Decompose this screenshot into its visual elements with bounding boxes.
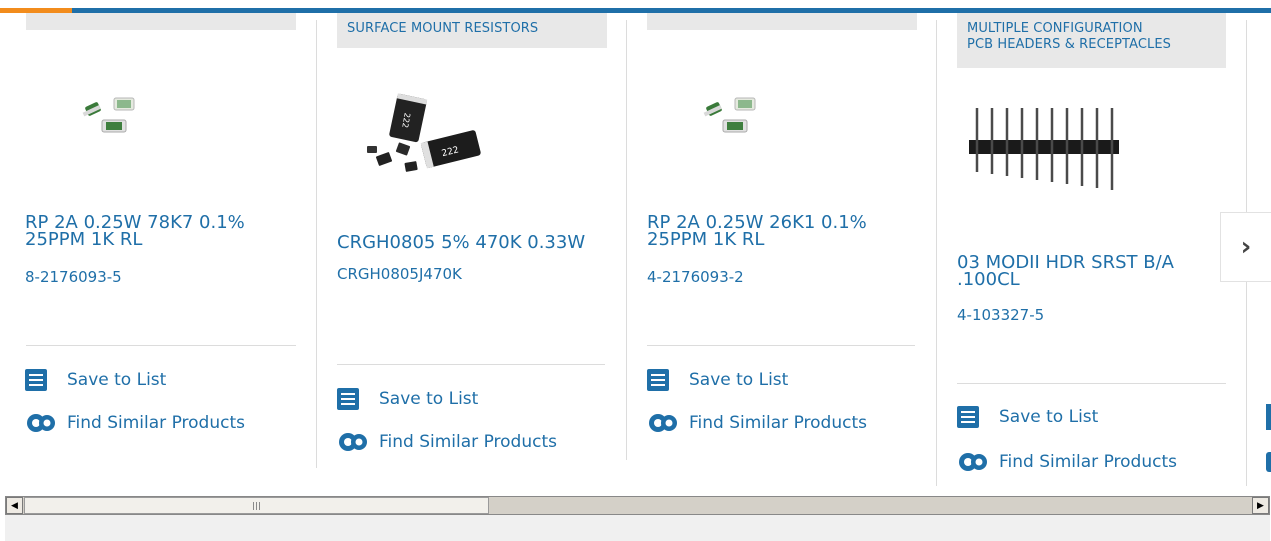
product-title[interactable]: RP 2A 0.25W 26K1 0.1% 25PPM 1K RL xyxy=(647,214,917,249)
save-to-list-button[interactable]: Save to List xyxy=(337,388,478,410)
scroll-right-arrow-icon[interactable]: ▶ xyxy=(1252,497,1269,514)
product-card: RP 2A 0.25W 26K1 0.1% 25PPM 1K RL 4-2176… xyxy=(627,0,937,490)
scrollbar-thumb[interactable] xyxy=(24,497,489,514)
product-title-line[interactable]: CRGH0805 5% 470K 0.33W xyxy=(337,234,627,252)
find-similar-label: Find Similar Products xyxy=(999,452,1177,472)
save-to-list-button[interactable]: Save to List xyxy=(957,406,1098,428)
divider xyxy=(647,345,915,346)
checklist-icon xyxy=(25,369,47,391)
product-image[interactable] xyxy=(965,100,1125,200)
product-title-line[interactable]: 25PPM 1K RL xyxy=(647,231,917,249)
product-card: MULTIPLE CONFIGURATION PCB HEADERS & REC… xyxy=(937,0,1247,490)
checklist-icon xyxy=(647,369,669,391)
find-similar-button[interactable]: Find Similar Products xyxy=(25,410,245,436)
product-image[interactable]: 222 222 xyxy=(361,88,491,188)
gears-icon xyxy=(27,414,55,432)
find-similar-button[interactable]: Find Similar Products xyxy=(957,449,1177,475)
gears-icon xyxy=(649,414,677,432)
part-number[interactable]: 4-103327-5 xyxy=(957,306,1044,324)
horizontal-scrollbar[interactable]: ◀ ▶ xyxy=(5,496,1270,515)
carousel-next-button[interactable]: › xyxy=(1220,212,1271,282)
find-similar-label: Find Similar Products xyxy=(379,432,557,452)
partial-checklist-icon xyxy=(1266,404,1271,430)
save-to-list-button[interactable]: Save to List xyxy=(25,369,166,391)
category-tag xyxy=(26,13,296,30)
gears-icon xyxy=(959,453,987,471)
save-to-list-label: Save to List xyxy=(67,370,167,390)
divider xyxy=(337,364,605,365)
product-title-line[interactable]: 25PPM 1K RL xyxy=(25,231,285,249)
part-number[interactable]: CRGH0805J470K xyxy=(337,265,462,283)
find-similar-label: Find Similar Products xyxy=(689,413,867,433)
find-similar-label: Find Similar Products xyxy=(67,413,245,433)
scroll-left-arrow-icon[interactable]: ◀ xyxy=(6,497,23,514)
find-similar-button[interactable]: Find Similar Products xyxy=(647,410,867,436)
product-image[interactable] xyxy=(72,90,142,140)
divider xyxy=(957,383,1226,384)
checklist-icon xyxy=(337,388,359,410)
category-tag: SURFACE MOUNT RESISTORS xyxy=(337,13,607,48)
product-title[interactable]: 03 MODII HDR SRST B/A .100CL xyxy=(957,254,1227,289)
category-tag-line: PCB HEADERS & RECEPTACLES xyxy=(967,37,1172,52)
product-title-line[interactable]: .100CL xyxy=(957,271,1227,289)
category-tag-line: MULTIPLE CONFIGURATION xyxy=(967,21,1143,36)
product-title[interactable]: RP 2A 0.25W 78K7 0.1% 25PPM 1K RL xyxy=(25,214,285,249)
gears-icon xyxy=(339,433,367,451)
product-card: SURFACE MOUNT RESISTORS 222 222 CRGH0805… xyxy=(317,0,627,490)
category-tag xyxy=(647,13,917,30)
category-tag: MULTIPLE CONFIGURATION PCB HEADERS & REC… xyxy=(957,13,1226,68)
product-card: RP 2A 0.25W 78K7 0.1% 25PPM 1K RL 8-2176… xyxy=(0,0,296,490)
save-to-list-button[interactable]: Save to List xyxy=(647,369,788,391)
find-similar-button[interactable]: Find Similar Products xyxy=(337,429,557,455)
page-background-strip xyxy=(5,515,1270,541)
product-carousel: RP 2A 0.25W 78K7 0.1% 25PPM 1K RL 8-2176… xyxy=(0,0,1271,490)
save-to-list-label: Save to List xyxy=(689,370,789,390)
product-image[interactable] xyxy=(693,90,763,140)
save-to-list-label: Save to List xyxy=(379,389,479,409)
checklist-icon xyxy=(957,406,979,428)
chevron-right-icon: › xyxy=(1240,232,1252,262)
part-number[interactable]: 8-2176093-5 xyxy=(25,268,122,286)
divider xyxy=(26,345,296,346)
save-to-list-label: Save to List xyxy=(999,407,1099,427)
partial-gears-icon xyxy=(1266,452,1271,472)
part-number[interactable]: 4-2176093-2 xyxy=(647,268,744,286)
product-title[interactable]: CRGH0805 5% 470K 0.33W xyxy=(337,234,627,252)
